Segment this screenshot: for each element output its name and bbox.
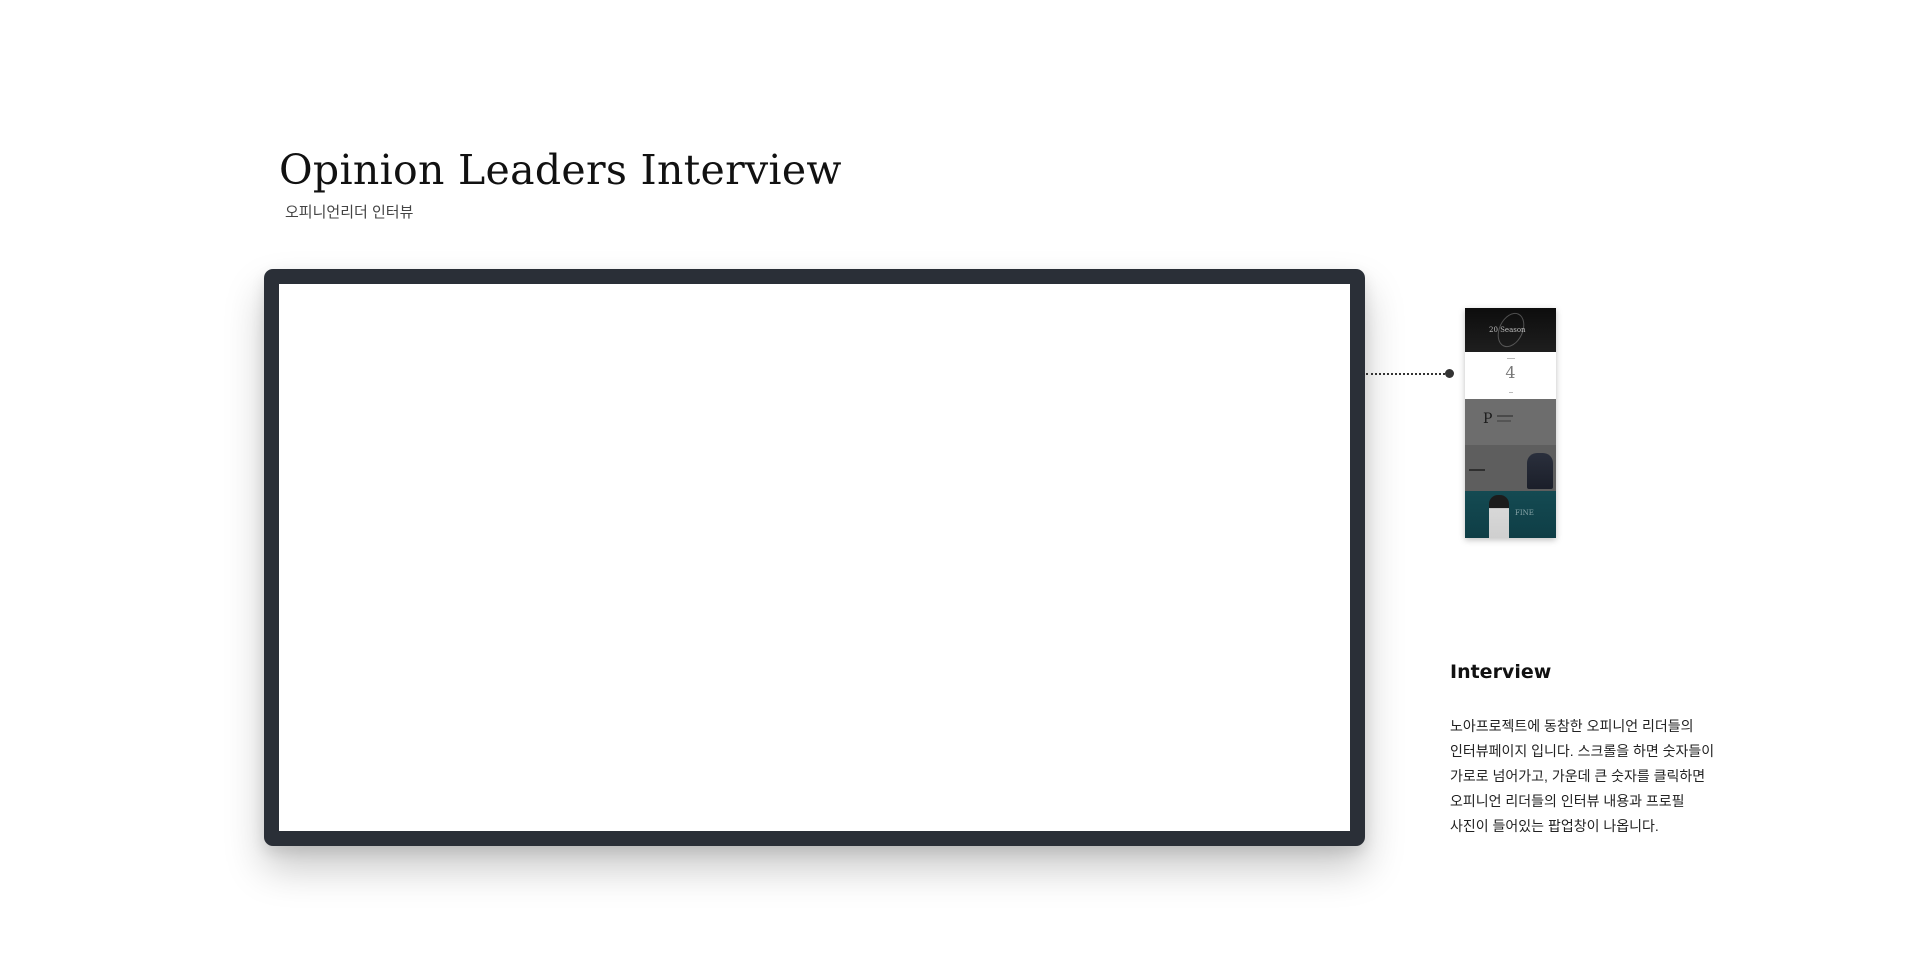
connector-dot	[1445, 369, 1454, 378]
preview-portrait-image	[1527, 453, 1553, 489]
preview-hero-section: 20 Season	[1465, 308, 1556, 352]
description-line: 인터뷰페이지 입니다. 스크롤을 하면 숫자들이	[1450, 743, 1715, 759]
preview-teal-text: FINE	[1515, 509, 1534, 517]
section-description: 노아프로젝트에 동참한 오피니언 리더들의 인터뷰페이지 입니다. 스크롤을 하…	[1450, 714, 1760, 839]
page-preview-thumbnail[interactable]: 20 Season 4 P FINE	[1465, 308, 1556, 538]
monitor-screen	[279, 284, 1350, 831]
section-heading: Interview	[1450, 661, 1552, 683]
preview-photo-section	[1465, 445, 1556, 491]
page-subtitle: 오피니언리더 인터뷰	[285, 204, 414, 221]
description-line: 가로로 넘어가고, 가운데 큰 숫자를 클릭하면	[1450, 768, 1706, 784]
monitor-frame	[264, 269, 1365, 846]
preview-number: 4	[1505, 363, 1516, 382]
preview-letter: P	[1483, 411, 1493, 427]
preview-profile-section: P	[1465, 399, 1556, 445]
preview-hero-text: 20 Season	[1489, 326, 1526, 334]
description-line: 노아프로젝트에 동참한 오피니언 리더들의	[1450, 718, 1694, 734]
preview-person-image	[1489, 495, 1509, 538]
page-title: Opinion Leaders Interview	[279, 146, 842, 194]
description-line: 사진이 들어있는 팝업창이 나옵니다.	[1450, 818, 1659, 834]
preview-text-line	[1469, 469, 1485, 471]
preview-text-line	[1497, 415, 1513, 417]
preview-divider	[1507, 358, 1515, 359]
description-line: 오피니언 리더들의 인터뷰 내용과 프로필	[1450, 793, 1685, 809]
preview-divider	[1509, 392, 1513, 393]
preview-text-line	[1497, 420, 1511, 422]
preview-teal-section: FINE	[1465, 491, 1556, 538]
connector-line	[1366, 373, 1449, 375]
page: Opinion Leaders Interview 오피니언리더 인터뷰 20 …	[0, 0, 1920, 980]
preview-number-section: 4	[1465, 352, 1556, 399]
